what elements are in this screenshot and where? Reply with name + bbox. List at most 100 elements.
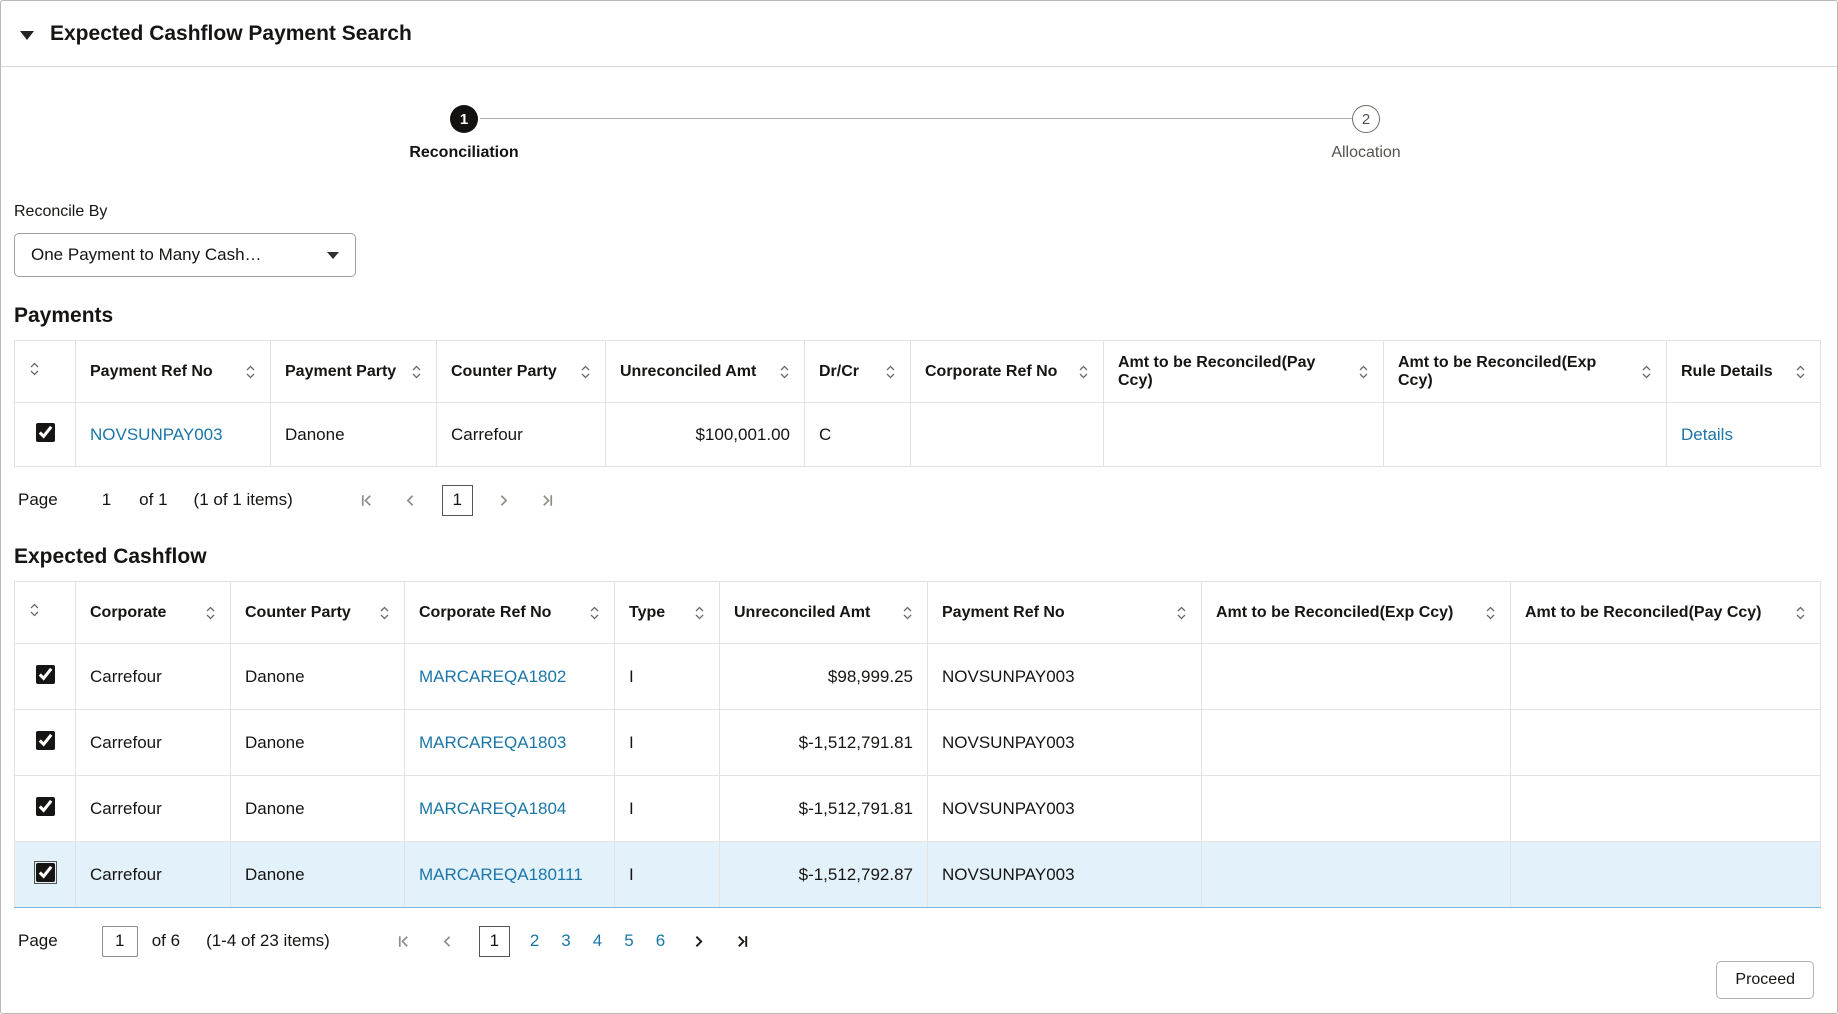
cell-unreconciled-amt: $-1,512,791.81 <box>719 709 928 776</box>
page-link-5[interactable]: 5 <box>624 931 633 951</box>
cell-corporate: Carrefour <box>75 709 231 776</box>
sort-icon[interactable] <box>902 605 913 621</box>
column-header-select[interactable] <box>14 340 76 403</box>
cell-payment-ref-no: NOVSUNPAY003 <box>927 841 1202 908</box>
cell-counter-party: Danone <box>230 775 405 842</box>
step-allocation[interactable]: 2 Allocation <box>1246 105 1486 162</box>
sort-icon[interactable] <box>1795 605 1806 621</box>
page-link-2[interactable]: 2 <box>530 931 539 951</box>
reconcile-by-select[interactable]: One Payment to Many Cash… <box>14 233 356 277</box>
column-header-label: Amt to be Reconciled(Exp Ccy) <box>1398 353 1597 389</box>
column-header-amt-pay-ccy[interactable]: Amt to be Reconciled(Pay Ccy) <box>1103 340 1384 403</box>
payment-ref-link[interactable]: NOVSUNPAY003 <box>90 425 223 444</box>
column-header-amt-exp-ccy[interactable]: Amt to be Reconciled(Exp Ccy) <box>1201 581 1511 644</box>
page-of-text: of 6 <box>151 931 181 950</box>
sort-icon[interactable] <box>1641 364 1652 380</box>
sort-icon[interactable] <box>1485 605 1496 621</box>
expected-cashflow-row: Carrefour Danone MARCAREQA1802 I $98,999… <box>14 643 1821 710</box>
column-header-dr-cr[interactable]: Dr/Cr <box>804 340 911 403</box>
column-header-label: Payment Party <box>285 362 397 380</box>
column-header-amt-exp-ccy[interactable]: Amt to be Reconciled(Exp Ccy) <box>1383 340 1667 403</box>
payments-section-title: Payments <box>14 304 114 327</box>
rule-details-link[interactable]: Details <box>1681 425 1733 444</box>
column-header-type[interactable]: Type <box>614 581 720 644</box>
cell-select <box>14 709 76 776</box>
sort-icon[interactable] <box>885 364 896 380</box>
last-page-icon[interactable] <box>535 487 561 513</box>
column-header-label: Unreconciled Amt <box>734 603 871 621</box>
cell-payment-ref-no: NOVSUNPAY003 <box>927 775 1202 842</box>
last-page-icon[interactable] <box>729 928 755 954</box>
cell-select <box>14 775 76 842</box>
cell-amt-exp-ccy <box>1383 402 1667 467</box>
page-of-text: of 1 <box>139 490 168 509</box>
cell-amt-exp-ccy <box>1201 775 1511 842</box>
payments-header-row: Payment Ref No Payment Party Counter Par… <box>14 340 1821 403</box>
column-header-rule-details[interactable]: Rule Details <box>1666 340 1821 403</box>
sort-icon[interactable] <box>694 605 705 621</box>
sort-icon[interactable] <box>589 605 600 621</box>
column-header-label: Corporate Ref No <box>925 362 1058 380</box>
page-link-6[interactable]: 6 <box>656 931 665 951</box>
collapse-arrow-icon[interactable] <box>20 30 34 40</box>
corporate-ref-link[interactable]: MARCAREQA1804 <box>419 799 566 818</box>
column-header-counter-party[interactable]: Counter Party <box>436 340 606 403</box>
sort-icon[interactable] <box>205 605 216 621</box>
sort-icon[interactable] <box>1176 605 1187 621</box>
sort-icon[interactable] <box>411 364 422 380</box>
sort-icon[interactable] <box>779 364 790 380</box>
sort-icon[interactable] <box>1795 364 1806 380</box>
corporate-ref-link[interactable]: MARCAREQA180111 <box>419 865 583 884</box>
row-select-checkbox[interactable] <box>35 796 55 816</box>
row-select-checkbox[interactable] <box>33 860 57 884</box>
current-page-button[interactable]: 1 <box>441 484 473 516</box>
column-header-counter-party[interactable]: Counter Party <box>230 581 405 644</box>
cell-corporate-ref-no: MARCAREQA1803 <box>404 709 615 776</box>
column-header-payment-ref-no[interactable]: Payment Ref No <box>75 340 271 403</box>
column-header-unreconciled-amt[interactable]: Unreconciled Amt <box>605 340 805 403</box>
step-reconciliation[interactable]: 1 Reconciliation <box>344 105 584 162</box>
column-header-payment-party[interactable]: Payment Party <box>270 340 437 403</box>
corporate-ref-link[interactable]: MARCAREQA1803 <box>419 733 566 752</box>
row-select-checkbox[interactable] <box>35 422 55 442</box>
sort-icon[interactable] <box>1358 364 1369 380</box>
column-header-payment-ref-no[interactable]: Payment Ref No <box>927 581 1202 644</box>
previous-page-icon[interactable] <box>398 487 424 513</box>
page-link-3[interactable]: 3 <box>561 931 570 951</box>
sort-icon[interactable] <box>1078 364 1089 380</box>
column-header-corporate[interactable]: Corporate <box>75 581 231 644</box>
column-header-select[interactable] <box>14 581 76 644</box>
corporate-ref-link[interactable]: MARCAREQA1802 <box>419 667 566 686</box>
sort-icon[interactable] <box>379 605 390 621</box>
previous-page-icon[interactable] <box>435 928 461 954</box>
page-link-4[interactable]: 4 <box>593 931 602 951</box>
column-header-unreconciled-amt[interactable]: Unreconciled Amt <box>719 581 928 644</box>
next-page-icon[interactable] <box>491 487 517 513</box>
page-number-input[interactable] <box>101 925 138 957</box>
first-page-icon[interactable] <box>391 928 417 954</box>
cell-counter-party: Danone <box>230 643 405 710</box>
row-select-checkbox[interactable] <box>35 664 55 684</box>
sort-icon[interactable] <box>245 364 256 380</box>
column-header-corporate-ref-no[interactable]: Corporate Ref No <box>910 340 1104 403</box>
row-select-checkbox[interactable] <box>35 730 55 750</box>
cell-select <box>14 841 76 908</box>
cell-type: I <box>614 775 720 842</box>
column-header-corporate-ref-no[interactable]: Corporate Ref No <box>404 581 615 644</box>
next-page-icon[interactable] <box>685 928 711 954</box>
sort-icon[interactable] <box>29 602 40 618</box>
column-header-label: Type <box>629 603 666 621</box>
payments-table: Payment Ref No Payment Party Counter Par… <box>14 340 1821 467</box>
cell-corporate: Carrefour <box>75 775 231 842</box>
cell-amt-exp-ccy <box>1201 841 1511 908</box>
step-1-label: Reconciliation <box>409 144 519 161</box>
sort-icon[interactable] <box>580 364 591 380</box>
current-page-button[interactable]: 1 <box>478 925 510 957</box>
panel-header: Expected Cashflow Payment Search <box>1 1 1837 67</box>
sort-icon[interactable] <box>29 361 40 377</box>
column-header-amt-pay-ccy[interactable]: Amt to be Reconciled(Pay Ccy) <box>1510 581 1821 644</box>
first-page-icon[interactable] <box>354 487 380 513</box>
cell-counter-party: Danone <box>230 841 405 908</box>
cell-amt-pay-ccy <box>1510 841 1821 908</box>
proceed-button[interactable]: Proceed <box>1716 961 1814 999</box>
